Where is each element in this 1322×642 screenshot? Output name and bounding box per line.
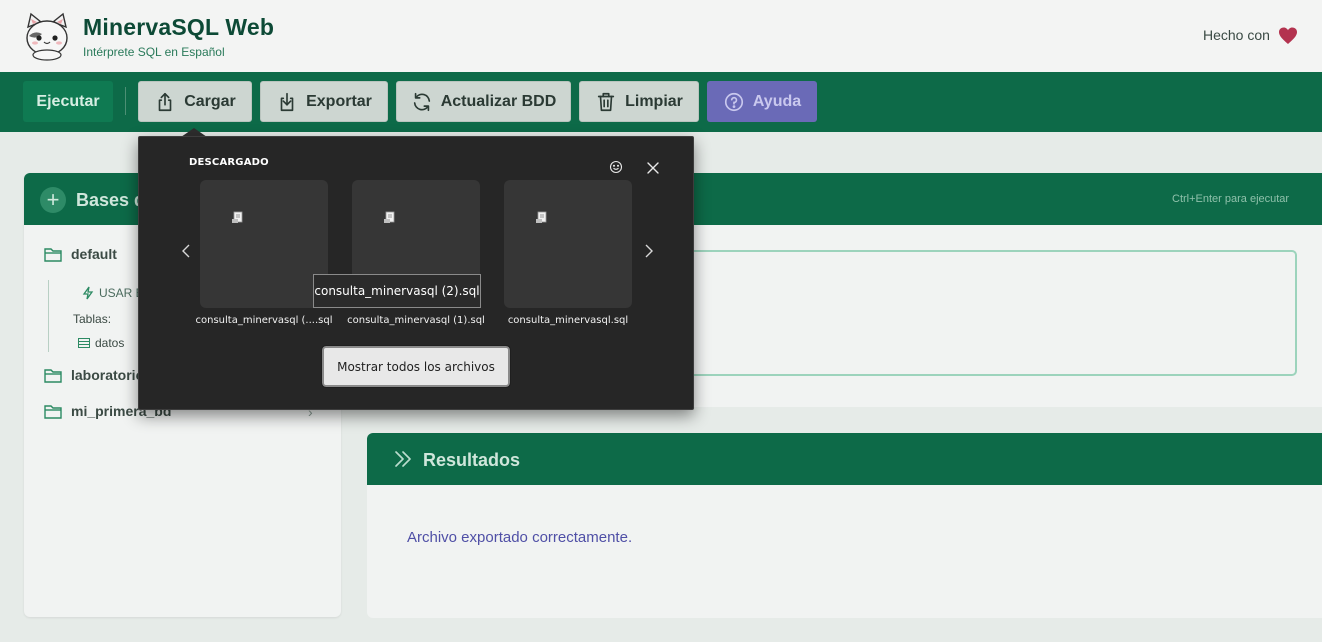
database-name: laboratorio [71, 367, 145, 383]
downloads-popup: DESCARGADO consulta_minervasql (....sql … [138, 136, 694, 410]
double-chevron-right-icon [395, 451, 411, 467]
upload-icon [158, 92, 172, 111]
database-item-default[interactable]: default [44, 246, 117, 262]
made-with-label: Hecho con [1203, 27, 1270, 43]
run-shortcut-hint: Ctrl+Enter para ejecutar [1172, 193, 1290, 205]
refresh-db-button[interactable]: Actualizar BDD [396, 81, 571, 122]
table-icon [78, 338, 90, 348]
use-database-label: USAR E [99, 286, 144, 300]
download-filename: consulta_minervasql (1).sql [347, 315, 485, 326]
export-button[interactable]: Exportar [260, 81, 388, 122]
download-item[interactable] [504, 180, 632, 308]
toolbar-divider [125, 87, 126, 115]
refresh-icon [413, 92, 430, 111]
lightning-icon [82, 286, 94, 300]
run-button-label: Ejecutar [36, 92, 100, 110]
help-button-label: Ayuda [752, 92, 802, 110]
run-button[interactable]: Ejecutar [23, 81, 113, 122]
help-icon [724, 92, 743, 111]
clear-button-label: Limpiar [625, 92, 683, 110]
file-icon [232, 211, 243, 223]
file-icon [384, 211, 395, 223]
download-filename: consulta_minervasql.sql [507, 315, 629, 326]
refresh-db-button-label: Actualizar BDD [440, 92, 557, 110]
table-item-datos[interactable]: datos [78, 336, 124, 350]
tree-line [48, 280, 49, 352]
app-header: MinervaSQL Web Intérprete SQL en Español… [0, 0, 1322, 72]
folder-icon [44, 405, 62, 419]
database-name: default [71, 246, 117, 262]
downloads-title: DESCARGADO [189, 157, 269, 168]
filename-tooltip: consulta_minervasql (2).sql [313, 274, 481, 308]
app-subtitle: Intérprete SQL en Español [83, 45, 225, 59]
load-button[interactable]: Cargar [138, 81, 252, 122]
add-database-button[interactable]: + [40, 187, 66, 213]
databases-panel-title: Bases d [76, 190, 146, 210]
folder-icon [44, 248, 62, 262]
trash-icon [597, 92, 615, 111]
export-button-label: Exportar [306, 92, 372, 110]
help-button[interactable]: Ayuda [707, 81, 817, 122]
download-filename: consulta_minervasql (....sql [195, 315, 333, 326]
tables-label: Tablas: [73, 312, 112, 326]
cat-logo-icon [26, 12, 68, 61]
chevron-left-icon[interactable] [179, 243, 193, 259]
clear-button[interactable]: Limpiar [579, 81, 699, 122]
database-item-laboratorio[interactable]: laboratorio [44, 367, 144, 383]
download-icon [280, 92, 294, 111]
results-message: Archivo exportado correctamente. [407, 529, 633, 546]
heart-icon [1279, 27, 1297, 44]
chevron-right-icon[interactable] [642, 243, 656, 259]
table-name: datos [95, 336, 125, 350]
close-icon[interactable] [646, 161, 660, 175]
results-panel: Resultados Archivo exportado correctamen… [367, 433, 1322, 618]
results-panel-header: Resultados [367, 433, 1322, 485]
load-button-label: Cargar [184, 92, 236, 110]
results-title: Resultados [423, 450, 521, 470]
show-all-files-button[interactable]: Mostrar todos los archivos [321, 345, 511, 388]
download-item[interactable] [200, 180, 328, 308]
use-database-button[interactable]: USAR E [82, 286, 144, 300]
app-title: MinervaSQL Web [83, 14, 275, 40]
folder-icon [44, 369, 62, 383]
file-icon [536, 211, 547, 223]
smile-icon[interactable] [609, 160, 623, 174]
